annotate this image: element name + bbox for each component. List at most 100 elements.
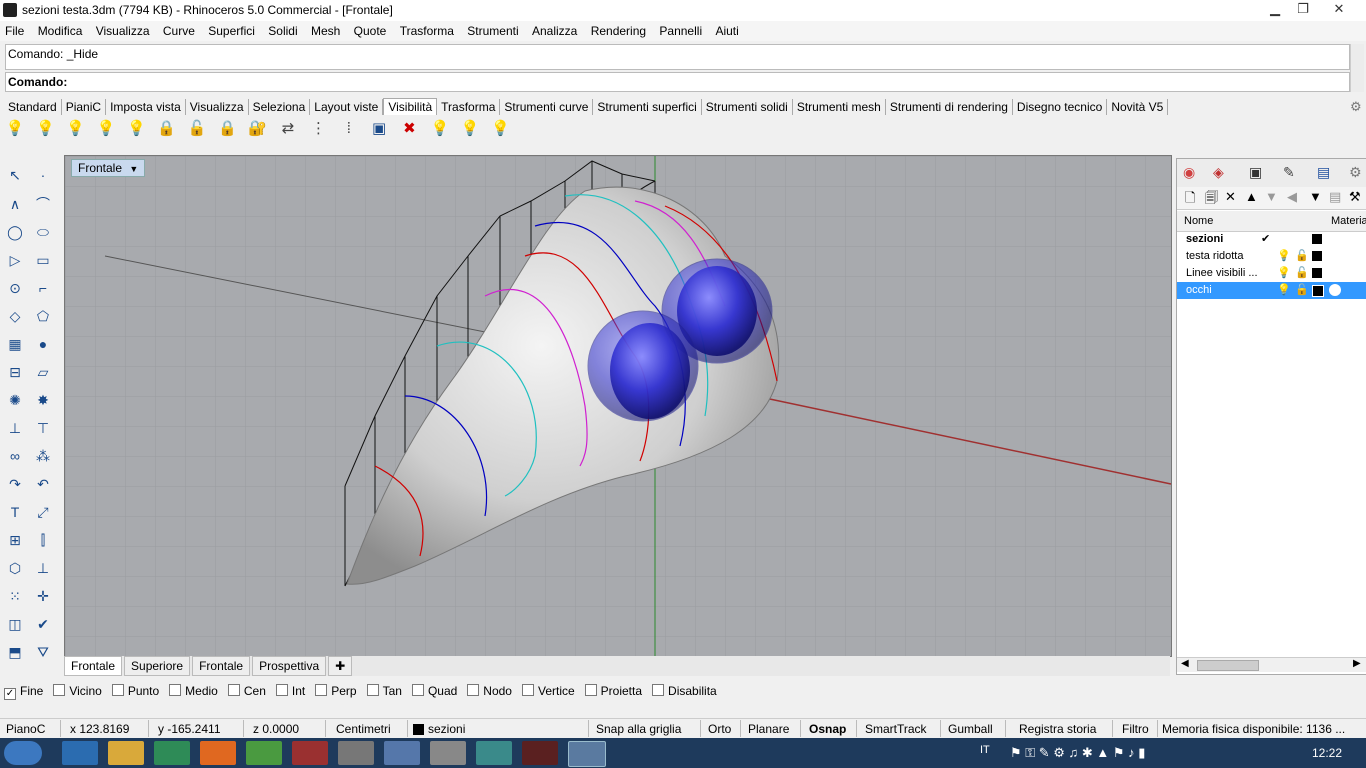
filter-icon[interactable]: ▼: [1309, 189, 1322, 204]
unlock-icon[interactable]: 🔓: [186, 118, 208, 140]
select-arrow-icon[interactable]: ↖: [3, 163, 27, 187]
check-icon[interactable]: ✔: [31, 612, 55, 636]
align-icon[interactable]: ⫿: [31, 528, 55, 552]
osnap-disabilita[interactable]: Disabilita: [652, 684, 717, 698]
osnap-nodo[interactable]: Nodo: [467, 684, 512, 698]
tab-seleziona[interactable]: Seleziona: [249, 99, 311, 115]
lock-selected-swap-icon[interactable]: ⇄: [277, 118, 299, 140]
delete-layer-icon[interactable]: ✕: [1225, 189, 1236, 205]
checkbox-icon[interactable]: [521, 684, 534, 696]
bulb-hide-swap-icon[interactable]: 💡: [125, 118, 147, 140]
polyline-icon[interactable]: ∧: [3, 192, 27, 216]
osnap-perp[interactable]: Perp: [315, 684, 357, 698]
layer-color-swatch[interactable]: [1312, 251, 1322, 261]
paint-icon[interactable]: ⛛: [31, 640, 55, 664]
layer-row[interactable]: testa ridotta 💡 🔓: [1177, 248, 1366, 265]
osnap-punto[interactable]: Punto: [111, 684, 159, 698]
checkbox-icon[interactable]: [584, 684, 597, 696]
display-tab-icon[interactable]: ▣: [1249, 164, 1262, 181]
layer-states-icon[interactable]: ▤: [1329, 189, 1341, 205]
boolean-icon[interactable]: ✺: [3, 388, 27, 412]
menu-curve[interactable]: Curve: [158, 21, 200, 38]
menu-aiuti[interactable]: Aiuti: [710, 21, 743, 38]
current-layer-swatch[interactable]: [413, 724, 424, 735]
unlock-icon[interactable]: 🔓: [1295, 249, 1309, 262]
status-cplane[interactable]: PianoC: [6, 722, 45, 736]
vtab-superiore[interactable]: Superiore: [124, 656, 191, 676]
chevron-down-icon[interactable]: ▼: [129, 164, 138, 174]
ortho-toggle[interactable]: Orto: [708, 722, 731, 736]
unlock-icon[interactable]: 🔓: [1295, 283, 1309, 296]
menu-mesh[interactable]: Mesh: [306, 21, 345, 38]
video-app-icon[interactable]: [522, 741, 558, 765]
grid-snap-icon[interactable]: ⊥: [31, 556, 55, 580]
analyze-icon[interactable]: ◫: [3, 612, 27, 636]
add-viewport-icon[interactable]: ✚: [328, 656, 353, 676]
dimension-icon[interactable]: ⤢: [31, 500, 55, 524]
fillet-icon[interactable]: ↶: [31, 472, 55, 496]
vtab-frontale-2[interactable]: Frontale: [192, 656, 251, 676]
media-player-icon[interactable]: [154, 741, 190, 765]
tab-imposta-vista[interactable]: Imposta vista: [106, 99, 186, 115]
osnap-int[interactable]: Int: [275, 684, 305, 698]
osnap-proietta[interactable]: Proietta: [584, 684, 642, 698]
command-line[interactable]: Comando:: [5, 72, 1350, 92]
menu-visualizza[interactable]: Visualizza: [91, 21, 155, 38]
checkbox-icon[interactable]: [275, 684, 288, 696]
column-name[interactable]: Nome: [1184, 215, 1213, 227]
checkbox-icon[interactable]: [652, 684, 665, 696]
points-on-icon[interactable]: ⋮: [307, 118, 329, 140]
tab-layout-viste[interactable]: Layout viste: [310, 99, 384, 115]
checkbox-icon[interactable]: [169, 684, 182, 696]
bulb-group-3-icon[interactable]: 💡: [490, 118, 512, 140]
menu-superfici[interactable]: Superfici: [203, 21, 260, 38]
ellipse-icon[interactable]: ⬭: [31, 220, 55, 244]
status-layer[interactable]: sezioni: [428, 722, 465, 736]
move-parent-icon[interactable]: ◀: [1287, 189, 1297, 205]
split-icon[interactable]: ⊤: [31, 416, 55, 440]
lock-swap-icon[interactable]: 🔐: [247, 118, 269, 140]
tab-strumenti-mesh[interactable]: Strumenti mesh: [793, 99, 886, 115]
command-scrollbar[interactable]: [1350, 44, 1364, 92]
bulb-group-2-icon[interactable]: 💡: [459, 118, 481, 140]
layer-color-swatch[interactable]: [1312, 268, 1322, 278]
taskbar-clock[interactable]: 12:22: [1312, 746, 1342, 760]
calculator-icon[interactable]: [338, 741, 374, 765]
menu-pannelli[interactable]: Pannelli: [654, 21, 707, 38]
tab-pianic[interactable]: PianiC: [62, 99, 107, 115]
maximize-button[interactable]: ❐: [1290, 1, 1316, 18]
bulb-swap-icon[interactable]: 💡: [95, 118, 117, 140]
layer-row-selected[interactable]: occhi 💡 🔓: [1177, 282, 1366, 299]
menu-file[interactable]: File: [0, 21, 29, 38]
checkbox-icon[interactable]: [227, 684, 240, 696]
fillet-curve-icon[interactable]: ⌐: [31, 276, 55, 300]
bulb-on-icon[interactable]: 💡: [34, 118, 56, 140]
status-units[interactable]: Centimetri: [336, 722, 391, 736]
menu-analizza[interactable]: Analizza: [527, 21, 582, 38]
cylinder-icon[interactable]: ⊟: [3, 360, 27, 384]
tray-icons[interactable]: ⚑ ⚿ ✎ ⚙ ♫ ✱ ▲ ⚑ ♪ ▮: [1010, 745, 1145, 761]
osnap-vicino[interactable]: Vicino: [53, 684, 102, 698]
block-icon[interactable]: ⬡: [3, 556, 27, 580]
tab-disegno-tecnico[interactable]: Disegno tecnico: [1013, 99, 1108, 115]
bulb-off-icon[interactable]: 💡: [4, 118, 26, 140]
trim-icon[interactable]: ⊥: [3, 416, 27, 440]
menu-modifica[interactable]: Modifica: [33, 21, 88, 38]
show-selected-icon[interactable]: ▣: [368, 118, 390, 140]
vtab-prospettiva[interactable]: Prospettiva: [252, 656, 327, 676]
bulb-on-icon[interactable]: 💡: [1277, 266, 1291, 279]
checkbox-icon[interactable]: [315, 684, 328, 696]
column-material[interactable]: Materia: [1331, 215, 1366, 227]
menu-strumenti[interactable]: Strumenti: [462, 21, 523, 38]
osnap-toggle[interactable]: Osnap: [809, 722, 846, 736]
gumball-toggle[interactable]: Gumball: [948, 722, 993, 736]
points-off-icon[interactable]: ⁞: [338, 118, 360, 140]
menu-quote[interactable]: Quote: [349, 21, 392, 38]
frontale-viewport[interactable]: Frontale ▼: [64, 155, 1172, 657]
scroll-thumb[interactable]: [1197, 660, 1259, 671]
gumball-icon[interactable]: ✛: [31, 584, 55, 608]
material-swatch[interactable]: [1329, 284, 1341, 296]
chrome-icon[interactable]: [246, 741, 282, 765]
scroll-left-icon[interactable]: ◀: [1181, 658, 1189, 669]
join-icon[interactable]: ∞: [3, 444, 27, 468]
